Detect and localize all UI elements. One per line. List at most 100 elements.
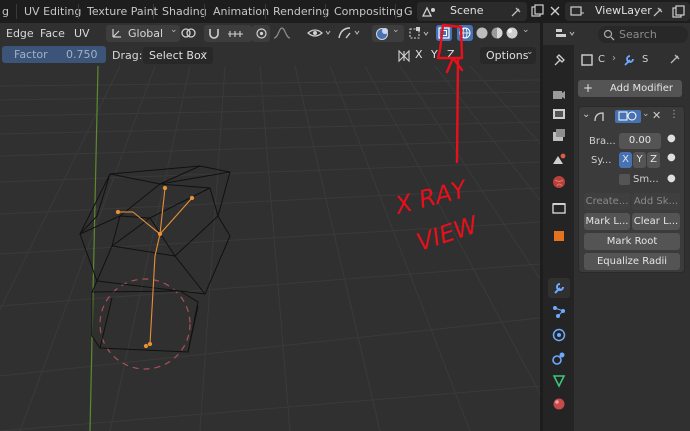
chevron-down-icon[interactable]: ⌄ [522,25,530,35]
keyframe-dot-icon[interactable]: ● [667,133,676,144]
create-armature-button[interactable]: Create... [584,193,630,210]
overlays-group[interactable]: ⌄ [372,25,404,42]
modifier-tab[interactable] [548,278,570,298]
mesh-edit-overlays-icon[interactable] [408,26,434,41]
workspace-tab-uv-editing[interactable]: UV Editing [24,3,81,20]
properties-tab-column [543,45,574,431]
equalize-radii-button[interactable]: Equalize Radii [584,253,680,270]
material-tab-icon[interactable] [552,397,566,411]
workspace-tab-shading[interactable]: Shading [162,3,207,20]
branch-smoothing-field[interactable]: 0.00 [619,133,661,149]
snapping-group[interactable] [204,25,252,42]
menu-uv[interactable]: UV [74,26,90,41]
branch-smoothing-value: 0.00 [628,135,652,146]
constraints-tab-icon[interactable] [552,351,566,365]
drag-value: Select Box [149,49,207,62]
shading-wireframe-button[interactable] [457,25,473,41]
workspace-tab-truncated[interactable]: g [2,3,9,20]
workspace-tab-truncated-end[interactable]: G [404,3,413,20]
tab-separator [325,4,326,19]
symmetry-z-toggle[interactable]: Z [647,152,660,168]
tool-tab-icon[interactable] [552,53,566,67]
pin-icon[interactable] [651,5,665,19]
create-armature-label: Create... [585,196,629,207]
visibility-eye-icon[interactable] [306,26,332,40]
shading-solid-button[interactable] [475,26,489,40]
physics-tab-icon[interactable] [552,328,566,342]
drag-dropdown[interactable]: Select Box ⌄ [143,47,213,64]
properties-search[interactable]: Search [598,26,688,43]
wireframe-sphere-icon [459,27,471,39]
chevron-down-icon[interactable]: ⌄ [642,109,650,119]
tab-separator [395,4,396,19]
edit-mode-toggle[interactable] [615,110,641,123]
workspace-tab-animation[interactable]: Animation [213,3,269,20]
workspace-tab-rendering[interactable]: Rendering [273,3,329,20]
snap-target-icon [228,31,243,37]
pivot-point-icon[interactable] [180,26,202,41]
equalize-radii-label: Equalize Radii [596,256,668,267]
skin-armature [115,185,195,349]
shading-material-button[interactable] [490,26,504,40]
add-skin-data-button[interactable]: Add Sk... [632,193,680,210]
editor-type-icon[interactable] [555,27,577,41]
world-tab-icon[interactable] [552,175,566,189]
drag-label: Drag: [112,49,143,62]
workspace-tab-compositing[interactable]: Compositing [334,3,403,20]
object-data-icon [581,54,593,66]
keyframe-dot-icon[interactable]: ● [667,152,676,163]
pin-icon[interactable] [509,5,523,19]
particles-tab-icon[interactable] [552,305,566,319]
proportional-edit-icon [256,28,267,39]
clear-loose-button[interactable]: Clear L... [632,213,680,230]
add-skin-data-label: Add Sk... [633,196,679,207]
chevron-down-icon: ⌄ [526,47,534,57]
mark-root-button[interactable]: Mark Root [584,233,680,250]
clear-loose-label: Clear L... [633,216,679,227]
mark-loose-button[interactable]: Mark L... [584,213,630,230]
output-tab-icon[interactable] [552,107,566,121]
collapse-chevron-icon[interactable]: ⌄ [582,109,590,120]
snap-magnet-icon [209,29,219,39]
options-label: Options [486,49,529,62]
keyframe-dot-icon[interactable]: ● [667,173,676,184]
symmetry-y-toggle[interactable]: Y [633,152,646,168]
mirror-axis-y[interactable]: Y [431,48,438,61]
symmetry-x-label: X [622,154,629,165]
pin-icon[interactable] [668,52,682,66]
menu-face[interactable]: Face [40,26,65,41]
new-scene-icon[interactable] [530,4,544,18]
collection-tab-icon[interactable] [552,200,566,214]
drag-handle-icon[interactable]: ⋮ [669,109,679,120]
shading-rendered-button[interactable] [505,26,519,40]
proportional-editing-toggle[interactable] [252,25,270,42]
data-tab-icon[interactable] [552,374,566,388]
breadcrumb-object: C [598,54,605,65]
delete-scene-icon[interactable] [548,4,562,18]
symmetry-x-toggle[interactable]: X [619,152,632,168]
workspace-tab-texture-paint[interactable]: Texture Paint [87,3,158,20]
menu-edge[interactable]: Edge [6,26,34,41]
falloff-curve-icon[interactable] [272,26,294,40]
scene-tab-icon[interactable] [552,152,566,166]
symmetry-label: Sy... [591,155,612,166]
add-modifier-button[interactable]: + Add Modifier [578,80,682,97]
gizmo-icon[interactable] [336,25,362,41]
mirror-axis-x[interactable]: X [415,48,423,61]
close-icon[interactable]: ✕ [652,109,661,122]
smooth-shading-checkbox[interactable] [619,174,630,185]
object-tab-icon[interactable] [552,229,566,243]
new-view-layer-icon[interactable] [671,5,685,19]
view-layer-tab-icon[interactable] [552,128,566,142]
xray-toggle-button[interactable] [436,25,452,41]
breadcrumb-modifier: S [642,54,649,65]
chevron-down-icon: ⌄ [201,47,209,57]
chevron-down-icon: ⌄ [392,25,400,35]
mirror-axis-z[interactable]: Z [447,48,455,61]
scene-selector[interactable]: Scene [417,2,527,21]
render-tab-icon[interactable] [552,87,566,101]
options-dropdown[interactable]: Options ⌄ [480,47,536,64]
3d-viewport[interactable] [0,66,540,431]
view-layer-selector[interactable]: ViewLayer [565,2,690,21]
transform-orientation-dropdown[interactable]: Global ⌄ [106,25,180,42]
